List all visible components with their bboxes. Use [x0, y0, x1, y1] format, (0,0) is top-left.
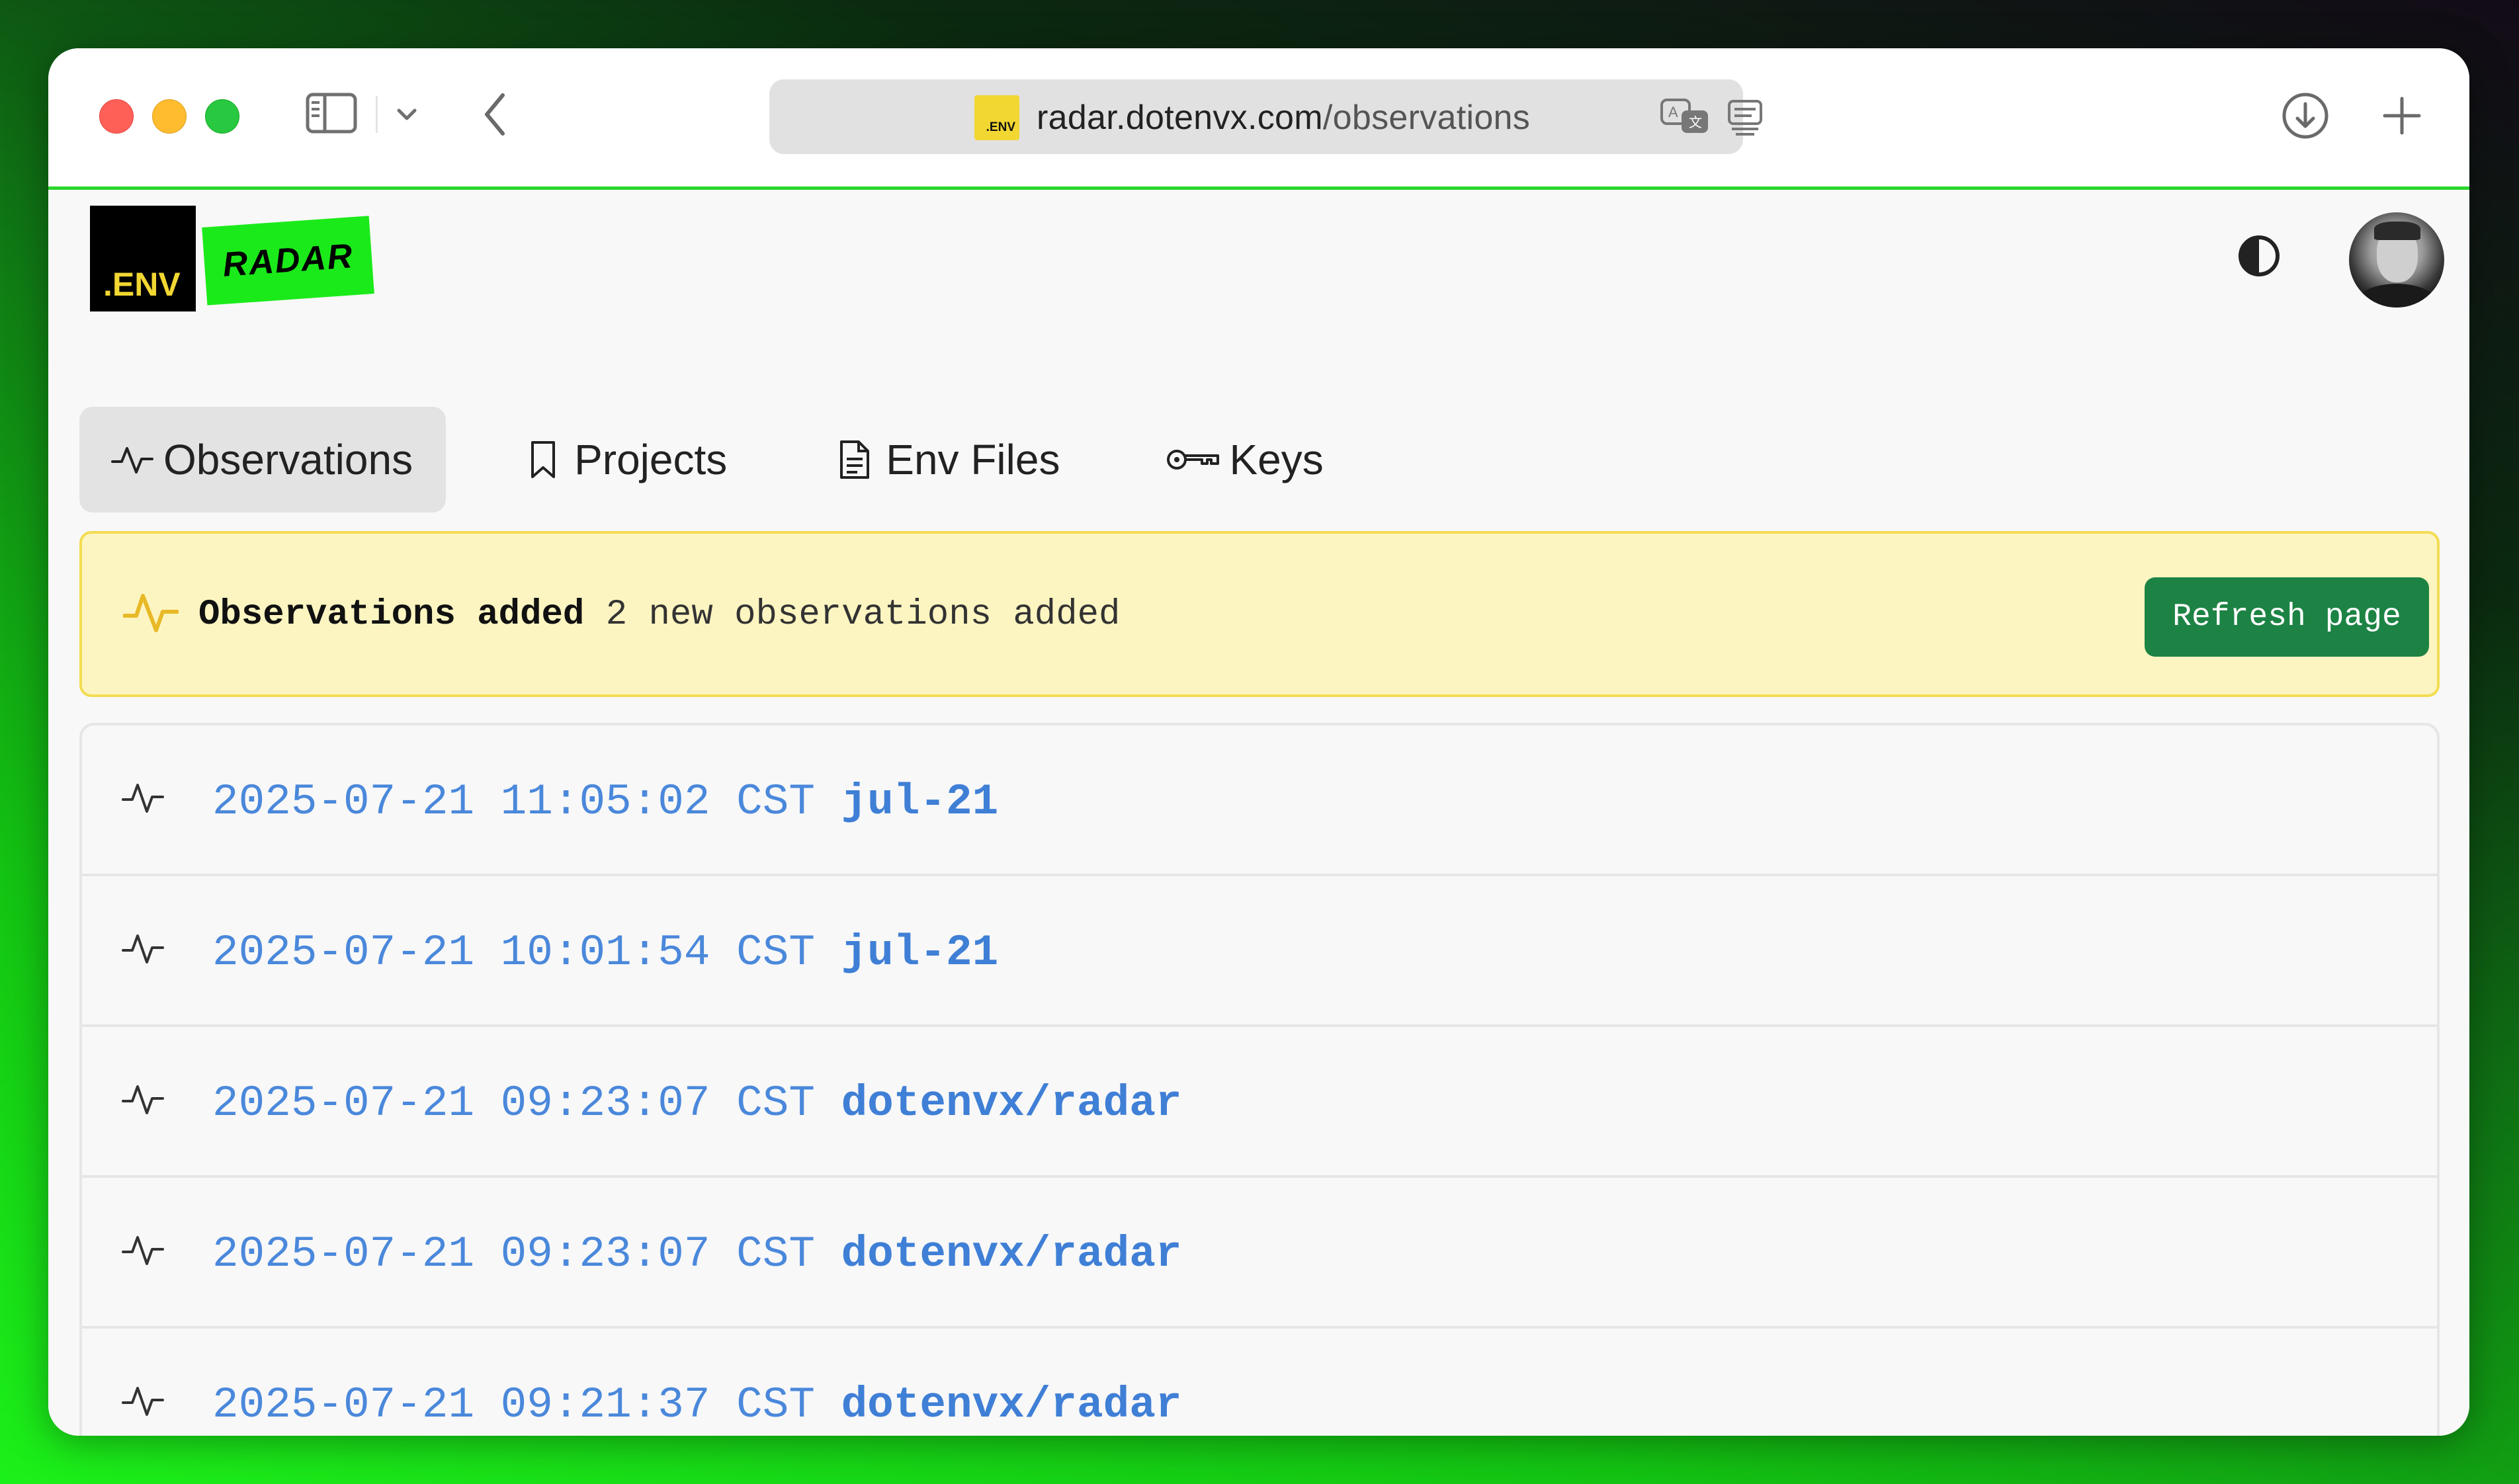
- url-text[interactable]: radar.dotenvx.com/observations: [1037, 98, 1530, 138]
- banner-text: Observations added 2 new observations ad…: [198, 595, 1120, 635]
- observation-project[interactable]: dotenvx/radar: [841, 1229, 1182, 1279]
- document-icon: [832, 436, 878, 483]
- tab-env-files[interactable]: Env Files: [798, 407, 1093, 513]
- browser-toolbar: .ENV radar.dotenvx.com/observations A文: [48, 48, 2469, 190]
- banner-title: Observations added: [198, 595, 585, 635]
- observation-row[interactable]: 2025-07-21 10:01:54 CST jul-21: [82, 876, 2437, 1027]
- observation-entry[interactable]: 2025-07-21 11:05:02 CST jul-21: [212, 777, 998, 827]
- tab-label: Projects: [574, 435, 728, 483]
- activity-icon: [122, 1232, 168, 1272]
- observation-project[interactable]: dotenvx/radar: [841, 1079, 1182, 1128]
- observation-project[interactable]: jul-21: [841, 777, 999, 827]
- contrast-icon[interactable]: [2235, 232, 2283, 280]
- banner-message: 2 new observations added: [605, 595, 1121, 635]
- tab-label: Observations: [163, 435, 413, 483]
- tab-observations[interactable]: Observations: [79, 406, 447, 513]
- radar-logo-text: RADAR: [221, 237, 355, 284]
- observation-row[interactable]: 2025-07-21 09:21:37 CST dotenvx/radar: [82, 1329, 2437, 1436]
- plus-icon[interactable]: [2374, 88, 2430, 144]
- zoom-window-button[interactable]: [205, 99, 239, 134]
- tab-label: Env Files: [886, 435, 1060, 483]
- address-bar[interactable]: .ENV radar.dotenvx.com/observations A文: [769, 79, 1762, 154]
- url-path: /observations: [1322, 99, 1531, 137]
- observation-row[interactable]: 2025-07-21 09:23:07 CST dotenvx/radar: [82, 1178, 2437, 1329]
- chevron-left-icon[interactable]: [472, 88, 518, 141]
- observation-project[interactable]: dotenvx/radar: [841, 1380, 1182, 1430]
- url-domain: radar.dotenvx.com: [1037, 99, 1323, 137]
- page-content: .ENV RADAR Observations Projects Env Fil…: [48, 190, 2469, 1436]
- reader-icon[interactable]: [1722, 94, 1768, 140]
- refresh-page-button[interactable]: Refresh page: [2145, 577, 2429, 657]
- download-icon[interactable]: [2278, 88, 2333, 144]
- env-logo-text: .ENV: [103, 266, 181, 303]
- sidebar-icon[interactable]: [305, 92, 358, 134]
- svg-text:A: A: [1668, 104, 1678, 120]
- main-tabs: Observations Projects Env Files Keys: [79, 405, 1395, 513]
- activity-icon: [109, 436, 155, 483]
- tab-projects[interactable]: Projects: [487, 407, 760, 513]
- site-favicon: .ENV: [974, 95, 1019, 140]
- observation-timestamp[interactable]: 2025-07-21 10:01:54 CST: [212, 928, 815, 977]
- minimize-window-button[interactable]: [152, 99, 187, 134]
- activity-icon: [122, 589, 179, 639]
- observation-timestamp[interactable]: 2025-07-21 11:05:02 CST: [212, 777, 815, 827]
- env-logo[interactable]: .ENV: [90, 206, 196, 311]
- observation-timestamp[interactable]: 2025-07-21 09:23:07 CST: [212, 1229, 815, 1279]
- activity-icon: [122, 1081, 168, 1121]
- browser-window: .ENV radar.dotenvx.com/observations A文 .…: [48, 48, 2469, 1436]
- observation-entry[interactable]: 2025-07-21 09:21:37 CST dotenvx/radar: [212, 1380, 1181, 1430]
- observation-timestamp[interactable]: 2025-07-21 09:23:07 CST: [212, 1079, 815, 1128]
- svg-text:文: 文: [1689, 115, 1702, 130]
- avatar[interactable]: [2349, 212, 2444, 308]
- key-icon: [1164, 436, 1221, 483]
- tab-label: Keys: [1229, 435, 1324, 483]
- activity-icon: [122, 1383, 168, 1422]
- observation-entry[interactable]: 2025-07-21 09:23:07 CST dotenvx/radar: [212, 1229, 1181, 1279]
- notification-banner: Observations added 2 new observations ad…: [79, 531, 2440, 697]
- observation-row[interactable]: 2025-07-21 09:23:07 CST dotenvx/radar: [82, 1027, 2437, 1178]
- observations-list: 2025-07-21 11:05:02 CST jul-21 2025-07-2…: [79, 723, 2440, 1436]
- observation-project[interactable]: jul-21: [841, 928, 999, 977]
- toolbar-divider: [376, 96, 378, 133]
- tab-keys[interactable]: Keys: [1131, 407, 1356, 513]
- chevron-down-icon[interactable]: [387, 95, 427, 134]
- observation-entry[interactable]: 2025-07-21 10:01:54 CST jul-21: [212, 928, 998, 977]
- activity-icon: [122, 930, 168, 970]
- close-window-button[interactable]: [99, 99, 134, 134]
- activity-icon: [122, 780, 168, 819]
- radar-logo[interactable]: RADAR: [202, 216, 374, 306]
- observation-row[interactable]: 2025-07-21 11:05:02 CST jul-21: [82, 725, 2437, 876]
- translate-icon[interactable]: A文: [1659, 94, 1712, 140]
- bookmark-icon: [520, 436, 566, 483]
- observation-entry[interactable]: 2025-07-21 09:23:07 CST dotenvx/radar: [212, 1079, 1181, 1128]
- observation-timestamp[interactable]: 2025-07-21 09:21:37 CST: [212, 1380, 815, 1430]
